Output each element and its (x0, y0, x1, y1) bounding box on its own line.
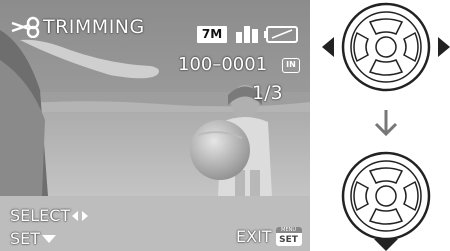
camera-lcd-screen: TRIMMING 7M 100–0001 IN 1/3 SELECT SET E… (0, 0, 310, 251)
internal-memory-icon-text: IN (286, 60, 296, 69)
select-label: SELECT (10, 206, 71, 225)
internal-memory-icon: IN (282, 58, 300, 73)
file-number: 100–0001 (178, 54, 268, 75)
cursor-pad-left-right-icon (322, 2, 450, 92)
quality-icon (236, 26, 258, 43)
cursor-pad-diagram (322, 2, 450, 251)
battery-icon (264, 26, 298, 43)
cursor-pad-down-icon (341, 151, 431, 251)
exit-key-top-text: MENU (275, 226, 302, 233)
exit-key-bottom-text: SET (279, 234, 298, 245)
resolution-badge: 7M (197, 26, 227, 43)
set-label: SET (10, 229, 41, 248)
exit-label: EXIT (236, 227, 272, 246)
page-indicator: 1/3 (252, 82, 283, 104)
arrow-down-small-icon (42, 234, 57, 243)
left-right-arrows-icon (72, 210, 89, 221)
mode-title: TRIMMING (10, 16, 145, 38)
exit-button[interactable]: EXIT MENU SET (236, 226, 302, 246)
select-hint: SELECT (10, 206, 89, 225)
scissors-icon (11, 16, 40, 38)
menu-set-key-icon: MENU SET (275, 226, 302, 246)
arrow-down-icon (374, 110, 398, 137)
set-hint: SET (10, 229, 57, 248)
screen-title: TRIMMING (43, 16, 145, 38)
